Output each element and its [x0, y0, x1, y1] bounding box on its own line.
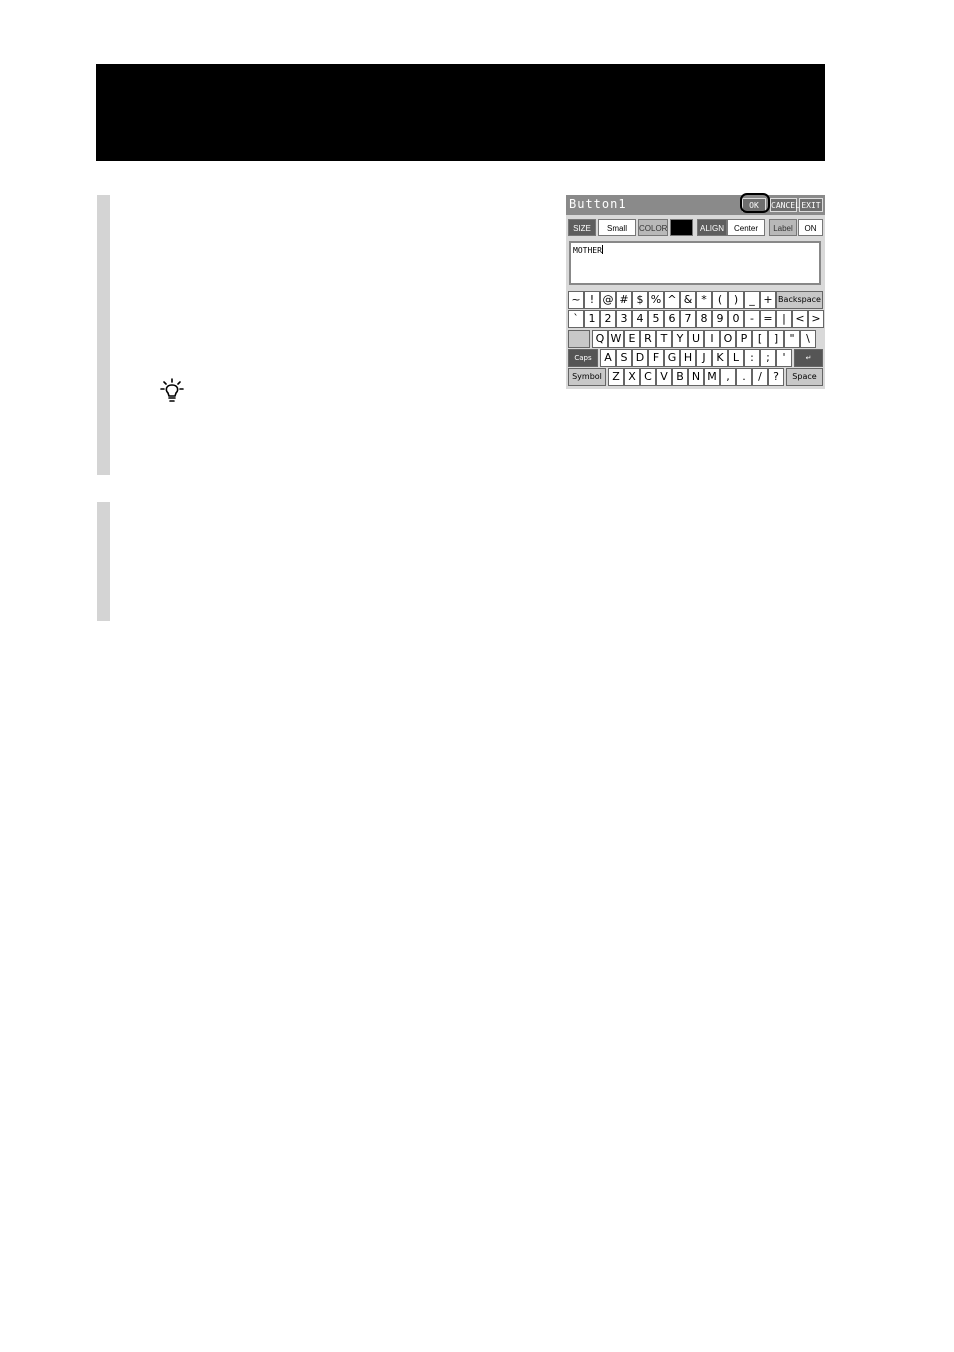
options-row: SIZE Small COLOR ALIGN Center Label ON	[566, 216, 825, 238]
exit-button[interactable]: EXIT	[799, 198, 823, 212]
key-10[interactable]: ;	[760, 349, 776, 367]
key-2[interactable]: E	[624, 330, 640, 348]
key-1[interactable]: S	[616, 349, 632, 367]
key-11[interactable]: ]	[768, 330, 784, 348]
key-8[interactable]: 8	[696, 310, 712, 328]
title-bar: Button1 OK CANCEL EXIT	[566, 195, 825, 215]
key-14[interactable]: <	[792, 310, 808, 328]
key-10[interactable]: [	[752, 330, 768, 348]
key-7[interactable]: ,	[720, 368, 736, 386]
key-6[interactable]: ^	[664, 291, 680, 309]
key-1[interactable]: W	[608, 330, 624, 348]
key-1[interactable]: 1	[584, 310, 600, 328]
key-4[interactable]: T	[656, 330, 672, 348]
key-11[interactable]: -	[744, 310, 760, 328]
key-0[interactable]: `	[568, 310, 584, 328]
key-10[interactable]: 0	[728, 310, 744, 328]
chapter-header-bar	[96, 64, 825, 161]
color-label: COLOR	[638, 219, 668, 236]
space-key[interactable]: Space	[786, 368, 823, 386]
key-5[interactable]: %	[648, 291, 664, 309]
key-6[interactable]: U	[688, 330, 704, 348]
key-15[interactable]: >	[808, 310, 824, 328]
text-cursor	[601, 245, 603, 254]
key-3[interactable]: R	[640, 330, 656, 348]
ok-highlight-circle	[740, 193, 770, 213]
key-2[interactable]: 2	[600, 310, 616, 328]
key-13[interactable]: |	[776, 310, 792, 328]
key-0[interactable]: ~	[568, 291, 584, 309]
key-9[interactable]: (	[712, 291, 728, 309]
key-9[interactable]: 9	[712, 310, 728, 328]
key-9[interactable]: P	[736, 330, 752, 348]
key-6[interactable]: J	[696, 349, 712, 367]
size-label: SIZE	[568, 219, 596, 236]
button-label-editor-screen: Button1 OK CANCEL EXIT SIZE Small COLOR …	[566, 195, 825, 389]
key-12[interactable]: =	[760, 310, 776, 328]
key-5[interactable]: 5	[648, 310, 664, 328]
label-label: Label	[769, 219, 797, 236]
key-3[interactable]: #	[616, 291, 632, 309]
key-1[interactable]: X	[624, 368, 640, 386]
size-value-button[interactable]: Small	[598, 219, 636, 236]
key-3[interactable]: 3	[616, 310, 632, 328]
key-5[interactable]: H	[680, 349, 696, 367]
label-text-field[interactable]: MOTHER	[569, 241, 821, 285]
key-8[interactable]: .	[736, 368, 752, 386]
key-6[interactable]: M	[704, 368, 720, 386]
key-4[interactable]: $	[632, 291, 648, 309]
key-7[interactable]: &	[680, 291, 696, 309]
on-screen-keyboard: ~! @ # $% ^ & *() _ + Backspace ` 1 2 3 4 5 6 7 8 9 0- = | < > Q W…	[566, 289, 825, 389]
screen-title: Button1	[569, 197, 627, 211]
key-7[interactable]: 7	[680, 310, 696, 328]
key-8[interactable]: *	[696, 291, 712, 309]
key-7[interactable]: I	[704, 330, 720, 348]
key-2[interactable]: C	[640, 368, 656, 386]
key-9[interactable]: /	[752, 368, 768, 386]
key-6[interactable]: 6	[664, 310, 680, 328]
align-value-button[interactable]: Center	[727, 219, 765, 236]
key-9[interactable]: :	[744, 349, 760, 367]
backspace-key[interactable]: Backspace	[776, 291, 823, 309]
key-3[interactable]: V	[656, 368, 672, 386]
key-3[interactable]: F	[648, 349, 664, 367]
label-text-value: MOTHER	[573, 246, 602, 255]
key-2[interactable]: D	[632, 349, 648, 367]
key-0[interactable]: Q	[592, 330, 608, 348]
key-10[interactable]: )	[728, 291, 744, 309]
key-4[interactable]: B	[672, 368, 688, 386]
hint-lightbulb-icon	[160, 378, 184, 402]
key-1[interactable]: !	[584, 291, 600, 309]
key-11[interactable]: '	[776, 349, 792, 367]
step-marker-1	[97, 195, 110, 475]
symbol-key[interactable]: Symbol	[568, 368, 606, 386]
key-0[interactable]: A	[600, 349, 616, 367]
key-5[interactable]: N	[688, 368, 704, 386]
key-4[interactable]: G	[664, 349, 680, 367]
key-0[interactable]: Z	[608, 368, 624, 386]
enter-key[interactable]: ↵	[794, 349, 823, 367]
label-value-button[interactable]: ON	[798, 219, 823, 236]
key-13[interactable]: \	[800, 330, 816, 348]
key-8[interactable]: O	[720, 330, 736, 348]
key-5[interactable]: Y	[672, 330, 688, 348]
color-swatch-button[interactable]	[670, 219, 693, 236]
blank-key[interactable]	[568, 330, 590, 348]
key-7[interactable]: K	[712, 349, 728, 367]
align-label: ALIGN	[697, 219, 727, 236]
step-marker-2	[97, 502, 110, 621]
cancel-button[interactable]: CANCEL	[770, 198, 800, 212]
key-12[interactable]: +	[760, 291, 776, 309]
caps-lock-key[interactable]: Caps Lock	[568, 349, 598, 378]
key-10[interactable]: ?	[768, 368, 784, 386]
key-11[interactable]: _	[744, 291, 760, 309]
key-2[interactable]: @	[600, 291, 616, 309]
key-4[interactable]: 4	[632, 310, 648, 328]
key-8[interactable]: L	[728, 349, 744, 367]
key-12[interactable]: "	[784, 330, 800, 348]
